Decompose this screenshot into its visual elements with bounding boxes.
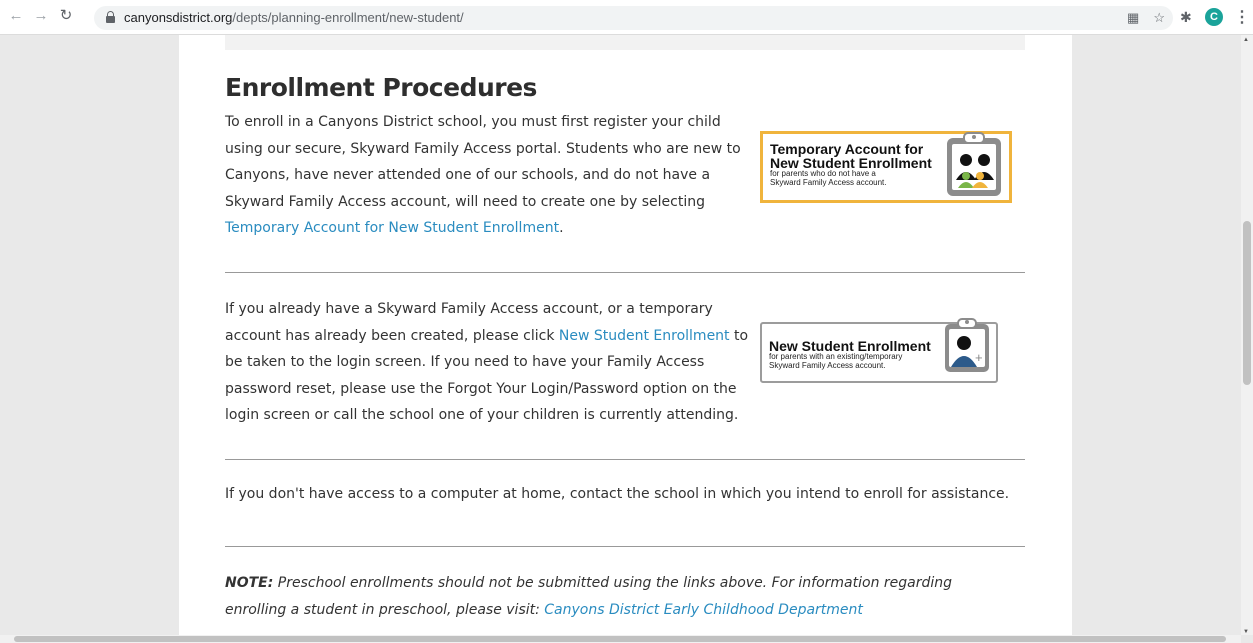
- browser-toolbar: ← → ↻ canyonsdistrict.org/depts/planning…: [0, 0, 1253, 35]
- extensions-puzzle-icon[interactable]: ✱: [1180, 9, 1192, 26]
- intro-text-end: .: [559, 220, 564, 236]
- horizontal-scrollbar[interactable]: [0, 635, 1241, 643]
- lock-icon: [106, 11, 115, 23]
- scroll-up-icon[interactable]: ▲: [1243, 37, 1249, 43]
- temporary-banner-title-1: Temporary Account for: [770, 141, 924, 157]
- existing-account-paragraph: If you already have a Skyward Family Acc…: [225, 296, 750, 429]
- url-text[interactable]: canyonsdistrict.org/depts/planning-enrol…: [124, 10, 464, 26]
- clipboard-user-icon: +: [945, 318, 989, 372]
- url-domain: canyonsdistrict.org: [124, 10, 233, 25]
- previous-section-box: [225, 35, 1025, 50]
- new-student-enrollment-link[interactable]: New Student Enrollment: [559, 328, 730, 344]
- section-divider: [225, 272, 1025, 273]
- temporary-account-banner[interactable]: Temporary Account for New Student Enroll…: [760, 131, 1012, 203]
- address-bar[interactable]: canyonsdistrict.org/depts/planning-enrol…: [94, 6, 1173, 30]
- clipboard-family-icon: +: [947, 132, 1001, 196]
- qr-code-icon[interactable]: ▦: [1127, 9, 1139, 27]
- content-card: Enrollment Procedures To enroll in a Can…: [179, 35, 1072, 635]
- no-computer-paragraph: If you don't have access to a computer a…: [225, 486, 1010, 502]
- scroll-down-icon[interactable]: ▼: [1243, 629, 1249, 635]
- vertical-scroll-thumb[interactable]: [1243, 221, 1251, 385]
- new-student-enrollment-banner[interactable]: New Student Enrollment for parents with …: [760, 318, 998, 383]
- forward-arrow-icon[interactable]: →: [33, 8, 49, 24]
- new-banner-sub-2: Skyward Family Access account.: [769, 360, 886, 370]
- vertical-scrollbar[interactable]: ▲ ▼: [1241, 35, 1253, 635]
- section-divider: [225, 546, 1025, 547]
- early-childhood-link[interactable]: Canyons District Early Childhood Departm…: [544, 602, 863, 618]
- enrollment-intro-paragraph: To enroll in a Canyons District school, …: [225, 109, 745, 242]
- browser-menu-icon[interactable]: ⋮: [1234, 7, 1250, 27]
- note-label: NOTE:: [225, 575, 274, 591]
- preschool-note: NOTE: Preschool enrollments should not b…: [225, 570, 1015, 623]
- svg-text:+: +: [957, 178, 963, 189]
- back-arrow-icon[interactable]: ←: [8, 8, 24, 24]
- temporary-banner-sub-2: Skyward Family Access account.: [770, 177, 887, 187]
- reload-icon[interactable]: ↻: [58, 8, 74, 24]
- url-path: /depts/planning-enrollment/new-student/: [232, 10, 464, 25]
- profile-avatar[interactable]: C: [1205, 8, 1223, 26]
- temporary-account-link[interactable]: Temporary Account for New Student Enroll…: [225, 220, 559, 236]
- intro-text: To enroll in a Canyons District school, …: [225, 114, 741, 210]
- page-title: Enrollment Procedures: [225, 73, 537, 102]
- horizontal-scroll-thumb[interactable]: [14, 636, 1226, 642]
- section-divider: [225, 459, 1025, 460]
- new-banner-title: New Student Enrollment: [769, 338, 931, 354]
- bookmark-star-icon[interactable]: ☆: [1153, 9, 1165, 27]
- svg-text:+: +: [975, 350, 983, 365]
- temporary-banner-title-2: New Student Enrollment: [770, 155, 932, 171]
